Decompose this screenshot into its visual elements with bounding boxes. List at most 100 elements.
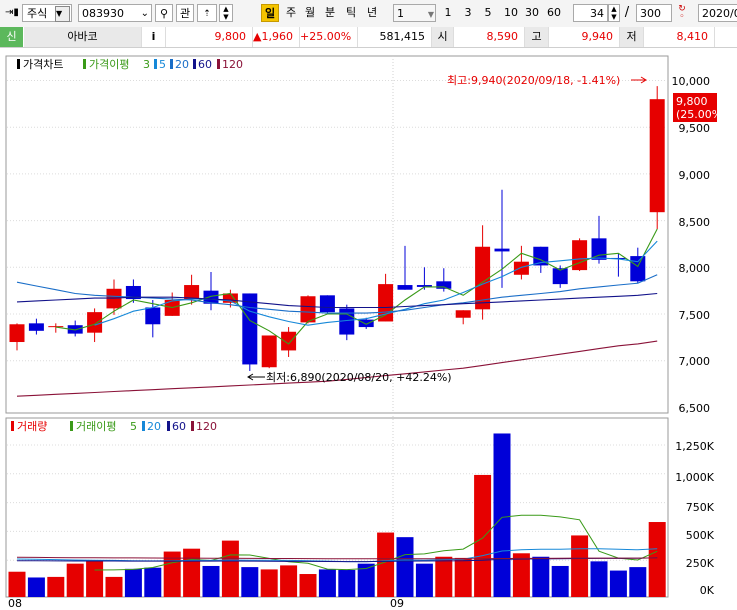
chevron-down-icon: ⌄ [140, 8, 149, 19]
chevron-down-icon: ▼ [427, 10, 434, 19]
page-total-input[interactable]: 300 [636, 4, 672, 22]
last-price-tag-pct: (25.00%) [676, 108, 727, 121]
period-month-tab[interactable]: 월 [301, 5, 319, 21]
interval-30-button[interactable]: 30 [523, 5, 541, 21]
interval-5-label: 5 [484, 6, 492, 19]
open-price-text: 8,590 [486, 30, 519, 43]
interval-3-button[interactable]: 3 [461, 5, 475, 21]
volume-bar [415, 563, 433, 597]
period-tick-tab[interactable]: 틱 [342, 5, 360, 21]
high-annotation: 최고:9,940(2020/09/18, -1.41%) [447, 74, 647, 87]
date-input[interactable]: 2020/0 [698, 4, 737, 22]
stock-code-input[interactable]: 083930 ⌄ [78, 4, 152, 22]
move-up-button[interactable]: ⇡ [197, 4, 217, 22]
price-legend-ma120: 120 [222, 58, 243, 71]
watchlist-button[interactable]: 관 [176, 4, 194, 22]
volume-legend-ma-title: 거래이평 [76, 420, 116, 433]
volume-bar [202, 565, 220, 597]
candle-body [319, 295, 335, 313]
updown-icon: ▲ ▼ [611, 5, 617, 21]
open-price: 8,590 [454, 27, 525, 47]
candle-body [9, 324, 25, 343]
volume-bar [396, 537, 414, 597]
page-current-input[interactable]: 34 [573, 4, 608, 22]
market-select[interactable]: 주식 ▼ [22, 4, 72, 22]
high-price-text: 9,940 [581, 30, 614, 43]
period-year-label: 년 [366, 6, 378, 19]
volume-bar [47, 576, 65, 597]
interval-1-button[interactable]: 1 [441, 5, 455, 21]
page-stepper[interactable]: ▲ ▼ [608, 4, 620, 22]
stack-arrows-icon: ⇡ [203, 9, 211, 19]
volume-bar [183, 548, 201, 597]
search-button[interactable]: ⚲ [155, 4, 173, 22]
quote-bar: 신 아바코 i 9,800 ▲1,960 +25.00% 581,415 시 8… [0, 27, 737, 48]
price-tick-8000: 8,000 [679, 262, 711, 275]
price-tick-9000: 9,000 [679, 169, 711, 182]
candle-body [281, 331, 297, 351]
period-day-tab[interactable]: 일 [261, 4, 279, 22]
volume-bar [648, 522, 666, 597]
volume-bar [318, 569, 336, 597]
interval-30-label: 30 [525, 6, 539, 19]
interval-60-button[interactable]: 60 [545, 5, 563, 21]
interval-60-label: 60 [547, 6, 561, 19]
price-legend-ma-swatch [83, 59, 86, 69]
interval-10-label: 10 [504, 6, 518, 19]
stepper-button[interactable]: ▲ ▼ [219, 4, 233, 22]
volume-bar [27, 577, 45, 597]
chevron-down-icon: ▼ [55, 6, 70, 22]
interval-value: 1 [397, 7, 404, 20]
current-price-text: 9,800 [214, 30, 247, 43]
interval-1-label: 1 [444, 6, 452, 19]
volume-bar [66, 563, 84, 597]
price-legend-swatch [17, 59, 20, 69]
period-tick-label: 틱 [345, 6, 357, 19]
panel-toggle-icon[interactable]: ⇥▮ [3, 4, 21, 22]
low-price-text: 8,410 [676, 30, 709, 43]
volume-legend-ma120-swatch [191, 421, 194, 431]
candle-body [145, 307, 161, 325]
volume-bar [221, 540, 239, 597]
candle-body [436, 281, 452, 289]
candle-body [630, 256, 646, 282]
interval-5-button[interactable]: 5 [481, 5, 495, 21]
period-minute-label: 분 [324, 6, 336, 19]
refresh-icon[interactable]: ↻ ◦ [675, 5, 689, 22]
candle-body [378, 284, 394, 322]
open-label: 시 [432, 27, 454, 47]
volume-bar [8, 571, 26, 597]
volume-bar [299, 574, 317, 597]
interval-10-button[interactable]: 10 [502, 5, 520, 21]
volume-bar [493, 433, 511, 597]
price-tick-7000: 7,000 [679, 355, 711, 368]
volume-legend-ma60: 60 [172, 420, 186, 433]
period-minute-tab[interactable]: 분 [321, 5, 339, 21]
chart-background [0, 48, 737, 610]
stock-chart[interactable]: 가격차트 가격이평 3 5 20 60 120 거래량 거래이평 5 20 60… [0, 48, 737, 610]
low-annotation-text: 최저:6,890(2020/08/20, +42.24%) [266, 371, 452, 384]
info-button[interactable]: i [142, 27, 166, 47]
x-label-08: 08 [8, 597, 22, 610]
volume-bar [454, 557, 472, 597]
credit-badge-text: 신 [6, 30, 17, 43]
high-label: 고 [525, 27, 549, 47]
stock-code-value: 083930 [82, 7, 124, 20]
volume-legend-ma20: 20 [147, 420, 161, 433]
interval-select[interactable]: 1 ▼ [393, 4, 436, 22]
candle-body [48, 326, 64, 328]
price-change: ▲1,960 [253, 27, 300, 47]
period-year-tab[interactable]: 년 [363, 5, 381, 21]
price-change-pct-text: +25.00% [300, 30, 352, 43]
period-week-tab[interactable]: 주 [282, 5, 300, 21]
stock-name[interactable]: 아바코 [24, 27, 142, 47]
candle-body [261, 335, 277, 368]
volume-tick-750k: 750K [686, 501, 715, 514]
volume-bar [124, 568, 142, 597]
volume-legend-ma120: 120 [196, 420, 217, 433]
price-legend-ma5-swatch [154, 59, 157, 69]
search-icon: ⚲ [159, 7, 169, 20]
volume-bar [474, 474, 492, 597]
volume-bar [629, 567, 647, 597]
low-label-text: 저 [626, 30, 637, 43]
